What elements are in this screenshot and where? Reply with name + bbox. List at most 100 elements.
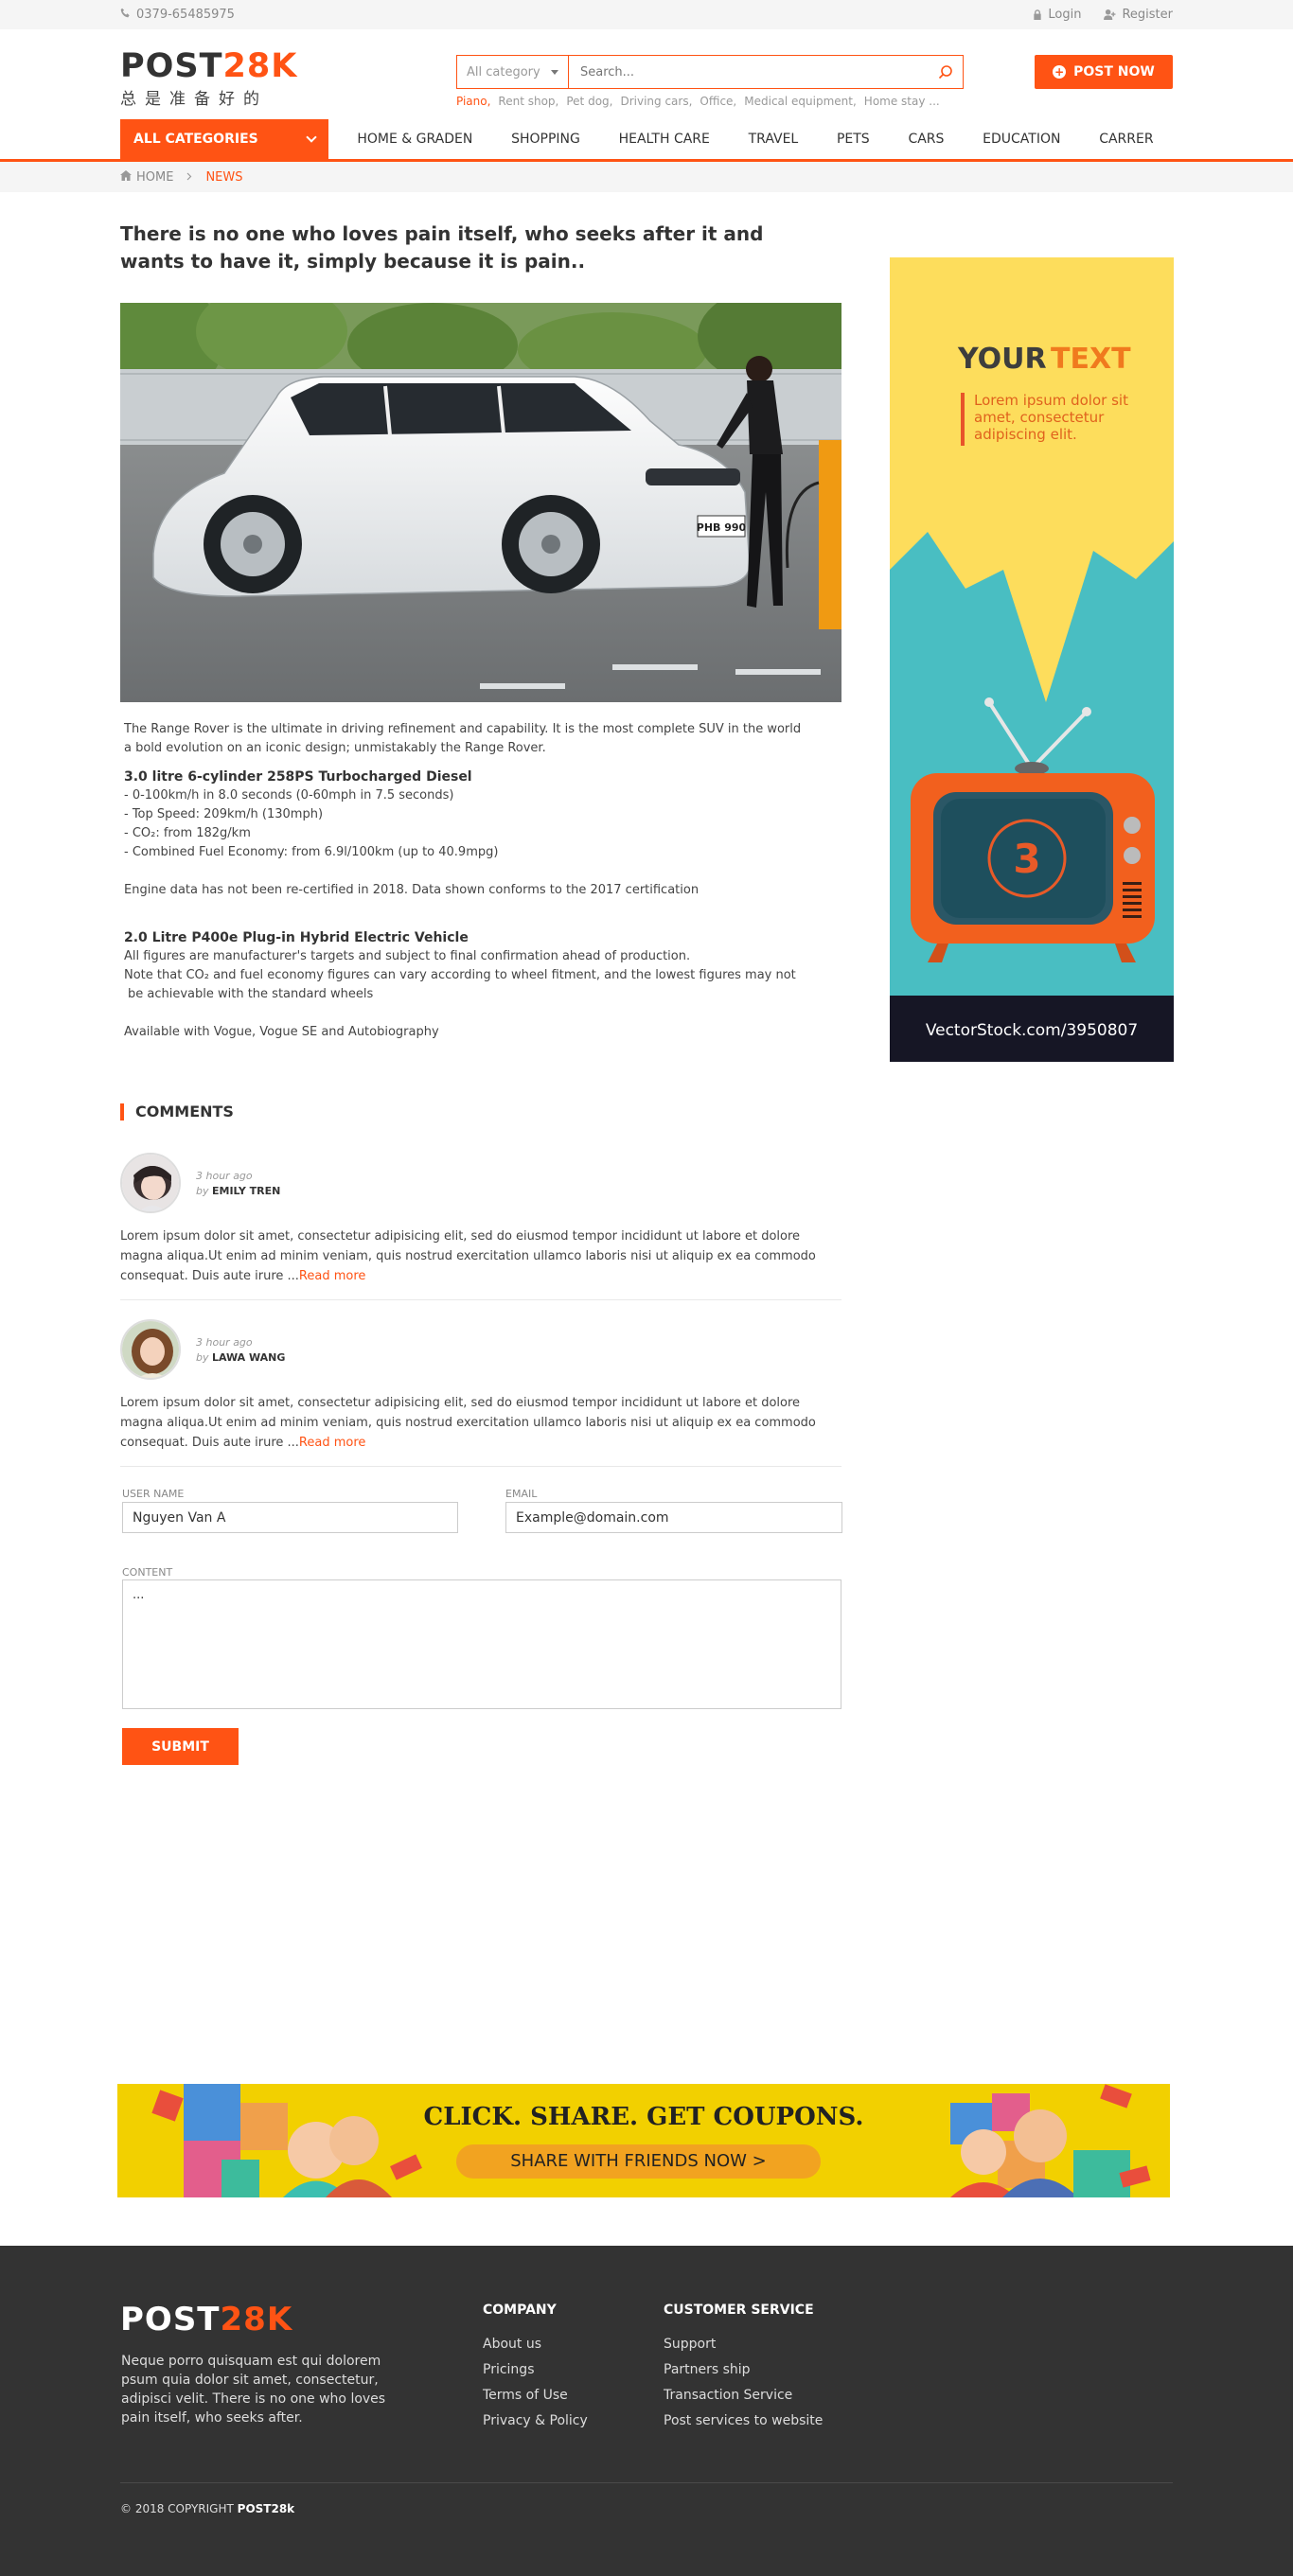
comment-time: 3 hour ago	[196, 1335, 253, 1349]
ad-body-line: Lorem ipsum dolor sit	[974, 392, 1128, 409]
ad-body-line: amet, consectetur	[974, 409, 1105, 426]
footer-link[interactable]: Privacy & Policy	[483, 2408, 588, 2434]
nav-item-education[interactable]: EDUCATION	[983, 132, 1060, 147]
comment-text: Lorem ipsum dolor sit amet, consectetur …	[120, 1396, 816, 1450]
breadcrumb-home-label: HOME	[136, 169, 174, 185]
footer-link[interactable]: Support	[664, 2332, 823, 2357]
chevron-right-icon	[186, 170, 192, 185]
tag-link[interactable]: Office,	[700, 95, 736, 108]
license-plate: PHB 990	[697, 521, 747, 534]
login-label: Login	[1048, 8, 1082, 22]
share-button[interactable]: SHARE WITH FRIENDS NOW >	[456, 2144, 821, 2179]
username-field[interactable]: Nguyen Van A	[122, 1502, 458, 1533]
company-title: COMPANY	[483, 2303, 557, 2318]
phone-info: 0379-65485975	[120, 8, 235, 22]
footer: POST28K Neque porro quisquam est qui dol…	[0, 2246, 1293, 2576]
ad-tv-number: 3	[1013, 836, 1040, 882]
sidebar-ad[interactable]: YOUR TEXT Lorem ipsum dolor sit amet, co…	[890, 257, 1174, 1062]
copyright-brand: POST28k	[237, 2502, 295, 2515]
breadcrumb-home[interactable]: HOME	[120, 169, 174, 185]
section2-title: 2.0 Litre P400e Plug-in Hybrid Electric …	[124, 930, 469, 945]
all-categories-label: ALL CATEGORIES	[133, 132, 258, 147]
read-more-link[interactable]: Read more	[299, 1269, 365, 1283]
footer-link[interactable]: Post services to website	[664, 2408, 823, 2434]
customer-service-column: CUSTOMER SERVICE Support Partners ship T…	[664, 2303, 823, 2434]
article-image: PHB 990	[120, 303, 841, 702]
ad-headline-b: TEXT	[1051, 343, 1131, 376]
comment-text: Lorem ipsum dolor sit amet, consectetur …	[120, 1229, 816, 1283]
comment-item: 3 hour ago by LAWA WANG Lorem ipsum dolo…	[120, 1319, 841, 1467]
plus-circle-icon: +	[1053, 65, 1067, 79]
search-input[interactable]	[569, 56, 929, 88]
tag-link[interactable]: Driving cars,	[620, 95, 692, 108]
spec-line: - Combined Fuel Economy: from 6.9l/100km…	[124, 845, 499, 859]
comment-form: USER NAME Nguyen Van A EMAIL Example@dom…	[120, 1488, 842, 1772]
nav-item-cars[interactable]: CARS	[908, 132, 944, 147]
comments-title: COMMENTS	[120, 1103, 841, 1120]
availability-note: Available with Vogue, Vogue SE and Autob…	[124, 1025, 439, 1039]
section1-title: 3.0 litre 6-cylinder 258PS Turbocharged …	[124, 769, 472, 785]
phone-number: 0379-65485975	[136, 8, 235, 22]
nav-item-travel[interactable]: TRAVEL	[749, 132, 799, 147]
email-field[interactable]: Example@domain.com	[505, 1502, 842, 1533]
tag-link[interactable]: Rent shop,	[498, 95, 558, 108]
footer-link[interactable]: About us	[483, 2332, 588, 2357]
avatar	[120, 1319, 181, 1380]
search-icon[interactable]	[929, 56, 963, 88]
content-textarea[interactable]: ...	[122, 1579, 841, 1709]
category-select-value: All category	[467, 64, 540, 79]
nav-item-pets[interactable]: PETS	[837, 132, 870, 147]
footer-divider	[120, 2482, 1173, 2483]
comment-author[interactable]: LAWA WANG	[212, 1351, 285, 1364]
login-link[interactable]: Login	[1033, 8, 1081, 22]
logo-accent: 28K	[222, 47, 298, 85]
top-bar: 0379-65485975 Login Register	[0, 0, 1293, 29]
nav-item-home-garden[interactable]: HOME & GRADEN	[357, 132, 472, 147]
article-intro: The Range Rover is the ultimate in drivi…	[124, 722, 802, 755]
all-categories-button[interactable]: ALL CATEGORIES	[120, 119, 328, 159]
logo-tagline: 总是准备好的	[120, 90, 268, 109]
company-column: COMPANY About us Pricings Terms of Use P…	[483, 2303, 588, 2434]
register-label: Register	[1122, 8, 1173, 22]
article: There is no one who loves pain itself, w…	[120, 221, 841, 1042]
spec-line: - 0-100km/h in 8.0 seconds (0-60mph in 7…	[124, 788, 454, 803]
comment-by: by	[196, 1184, 209, 1197]
breadcrumb: HOME NEWS	[0, 162, 1293, 192]
section2-line: All figures are manufacturer's targets a…	[124, 949, 691, 963]
avatar	[120, 1153, 181, 1213]
copyright: © 2018 COPYRIGHT POST28k	[120, 2502, 294, 2515]
tag-link[interactable]: Medical equipment,	[744, 95, 857, 108]
site-logo[interactable]: POST28K 总是准备好的	[120, 47, 298, 110]
article-body: The Range Rover is the ultimate in drivi…	[120, 720, 802, 1042]
footer-link[interactable]: Transaction Service	[664, 2383, 823, 2408]
username-label: USER NAME	[122, 1488, 185, 1500]
footer-logo[interactable]: POST28K	[120, 2301, 292, 2338]
submit-button[interactable]: SUBMIT	[122, 1728, 239, 1765]
footer-link[interactable]: Terms of Use	[483, 2383, 588, 2408]
logo-main: POST	[120, 47, 223, 85]
phone-icon	[120, 8, 131, 22]
copyright-text: © 2018 COPYRIGHT	[120, 2502, 234, 2515]
popular-tags: Piano, Rent shop, Pet dog, Driving cars,…	[456, 95, 940, 108]
post-now-button[interactable]: + POST NOW	[1035, 55, 1173, 89]
read-more-link[interactable]: Read more	[299, 1436, 365, 1450]
section2-line: Note that CO₂ and fuel economy figures c…	[124, 968, 796, 982]
footer-logo-accent: 28K	[220, 2301, 293, 2338]
category-select[interactable]: All category	[457, 56, 569, 88]
tag-link[interactable]: Home stay ...	[864, 95, 940, 108]
tag-link[interactable]: Pet dog,	[566, 95, 612, 108]
nav-item-shopping[interactable]: SHOPPING	[511, 132, 580, 147]
footer-link[interactable]: Pricings	[483, 2357, 588, 2383]
register-link[interactable]: Register	[1104, 8, 1173, 22]
spec-line: - Top Speed: 209km/h (130mph)	[124, 807, 324, 821]
footer-link[interactable]: Partners ship	[664, 2357, 823, 2383]
comment-author[interactable]: EMILY TREN	[212, 1185, 280, 1197]
tag-link[interactable]: Piano,	[456, 95, 490, 108]
ad-footer-text: VectorStock.com/3950807	[926, 1021, 1138, 1040]
ad-body-line: adipiscing elit.	[974, 426, 1077, 443]
email-label: EMAIL	[505, 1488, 538, 1500]
coupon-banner[interactable]: CLICK. SHARE. GET COUPONS. SHARE WITH FR…	[117, 2084, 1170, 2197]
nav-item-carrer[interactable]: CARRER	[1099, 132, 1153, 147]
nav-item-health-care[interactable]: HEALTH CARE	[619, 132, 710, 147]
comment-by: by	[196, 1350, 209, 1364]
